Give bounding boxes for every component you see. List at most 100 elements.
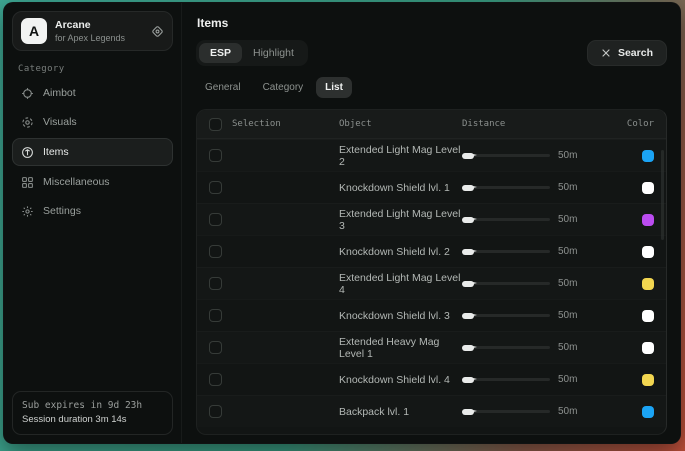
sidebar-item-visuals[interactable]: Visuals — [12, 109, 173, 135]
diamond-badge-icon[interactable] — [151, 25, 164, 38]
distance-slider[interactable] — [462, 183, 550, 193]
distance-slider[interactable] — [462, 215, 550, 225]
row-checkbox[interactable] — [209, 213, 222, 226]
mode-tabs: ESP Highlight — [196, 40, 308, 66]
table-body: Extended Light Mag Level 2 50m — [197, 139, 666, 427]
slider-handle[interactable] — [462, 185, 474, 191]
color-swatch[interactable] — [642, 214, 654, 226]
tab-category[interactable]: Category — [254, 77, 313, 98]
color-swatch[interactable] — [642, 374, 654, 386]
session-duration-text: Session duration 3m 14s — [22, 413, 163, 427]
sidebar-item-miscellaneous[interactable]: Miscellaneous — [12, 169, 173, 195]
row-checkbox[interactable] — [209, 277, 222, 290]
distance-slider[interactable] — [462, 407, 550, 417]
object-name: Knockdown Shield lvl. 2 — [339, 246, 462, 258]
table-row: Extended Heavy Mag Level 1 50m — [197, 331, 666, 363]
search-button-label: Search — [618, 47, 653, 59]
distance-slider[interactable] — [462, 247, 550, 257]
table-row: Extended Light Mag Level 3 50m — [197, 203, 666, 235]
slider-handle[interactable] — [462, 249, 474, 255]
crosshair-icon — [21, 87, 34, 100]
distance-slider[interactable] — [462, 375, 550, 385]
sidebar-item-settings[interactable]: Settings — [12, 198, 173, 224]
distance-slider[interactable] — [462, 279, 550, 289]
column-header-object: Object — [339, 119, 462, 129]
distance-value: 50m — [558, 374, 584, 385]
tab-esp[interactable]: ESP — [199, 43, 242, 63]
sidebar-section-label: Category — [18, 64, 169, 74]
slider-handle[interactable] — [462, 409, 474, 415]
row-checkbox[interactable] — [209, 149, 222, 162]
row-checkbox[interactable] — [209, 341, 222, 354]
color-swatch[interactable] — [642, 278, 654, 290]
object-name: Knockdown Shield lvl. 3 — [339, 310, 462, 322]
sidebar-item-items[interactable]: Items — [12, 138, 173, 166]
scrollbar-thumb[interactable] — [661, 150, 664, 240]
slider-handle[interactable] — [462, 281, 474, 287]
distance-slider[interactable] — [462, 151, 550, 161]
object-name: Knockdown Shield lvl. 1 — [339, 182, 462, 194]
table-row: Knockdown Shield lvl. 1 50m — [197, 171, 666, 203]
gear-icon — [21, 205, 34, 218]
items-table: Selection Object Distance Color Extended… — [196, 109, 667, 435]
object-name: Extended Light Mag Level 3 — [339, 208, 462, 232]
distance-slider[interactable] — [462, 343, 550, 353]
sidebar-item-label: Aimbot — [43, 87, 76, 99]
object-name: Extended Light Mag Level 2 — [339, 144, 462, 168]
row-checkbox[interactable] — [209, 181, 222, 194]
distance-value: 50m — [558, 310, 584, 321]
sidebar: A Arcane for Apex Legends Category — [4, 3, 182, 443]
select-all-checkbox[interactable] — [209, 118, 222, 131]
color-swatch[interactable] — [642, 182, 654, 194]
slider-handle[interactable] — [462, 377, 474, 383]
distance-value: 50m — [558, 246, 584, 257]
row-checkbox[interactable] — [209, 373, 222, 386]
table-row: Extended Light Mag Level 4 50m — [197, 267, 666, 299]
color-swatch[interactable] — [642, 150, 654, 162]
color-swatch[interactable] — [642, 310, 654, 322]
object-name: Extended Light Mag Level 4 — [339, 272, 462, 296]
color-swatch[interactable] — [642, 246, 654, 258]
main-panel: Items ESP Highlight Search General Categ… — [182, 3, 680, 443]
row-checkbox[interactable] — [209, 309, 222, 322]
object-name: Backpack lvl. 1 — [339, 406, 462, 418]
app-subtitle: for Apex Legends — [55, 33, 143, 43]
object-name: Extended Heavy Mag Level 1 — [339, 336, 462, 360]
sidebar-item-label: Settings — [43, 205, 81, 217]
table-row: Knockdown Shield lvl. 3 50m — [197, 299, 666, 331]
tab-highlight[interactable]: Highlight — [242, 43, 305, 63]
distance-slider[interactable] — [462, 311, 550, 321]
sidebar-item-label: Items — [43, 146, 69, 158]
sidebar-item-aimbot[interactable]: Aimbot — [12, 80, 173, 106]
tab-general[interactable]: General — [196, 77, 250, 98]
tab-list[interactable]: List — [316, 77, 352, 98]
distance-value: 50m — [558, 342, 584, 353]
row-checkbox[interactable] — [209, 405, 222, 418]
toolbar: ESP Highlight Search — [196, 40, 667, 66]
slider-handle[interactable] — [462, 345, 474, 351]
distance-value: 50m — [558, 406, 584, 417]
sidebar-item-label: Miscellaneous — [43, 176, 110, 188]
app-names: Arcane for Apex Legends — [55, 19, 143, 43]
table-row: Knockdown Shield lvl. 2 50m — [197, 235, 666, 267]
sub-expires-text: Sub expires in 9d 23h — [22, 399, 163, 413]
page-title: Items — [197, 16, 667, 30]
session-info-card: Sub expires in 9d 23h Session duration 3… — [12, 391, 173, 436]
distance-value: 50m — [558, 278, 584, 289]
table-row: Knockdown Shield lvl. 4 50m — [197, 363, 666, 395]
box-icon — [21, 146, 34, 159]
slider-handle[interactable] — [462, 153, 474, 159]
slider-handle[interactable] — [462, 313, 474, 319]
color-swatch[interactable] — [642, 342, 654, 354]
distance-value: 50m — [558, 182, 584, 193]
search-icon — [601, 48, 611, 58]
color-swatch[interactable] — [642, 406, 654, 418]
app-window: A Arcane for Apex Legends Category — [3, 2, 681, 444]
search-button[interactable]: Search — [587, 40, 667, 66]
slider-handle[interactable] — [462, 217, 474, 223]
row-checkbox[interactable] — [209, 245, 222, 258]
object-name: Knockdown Shield lvl. 4 — [339, 374, 462, 386]
table-header-row: Selection Object Distance Color — [197, 110, 666, 139]
sidebar-item-label: Visuals — [43, 116, 77, 128]
grid-icon — [21, 176, 34, 189]
